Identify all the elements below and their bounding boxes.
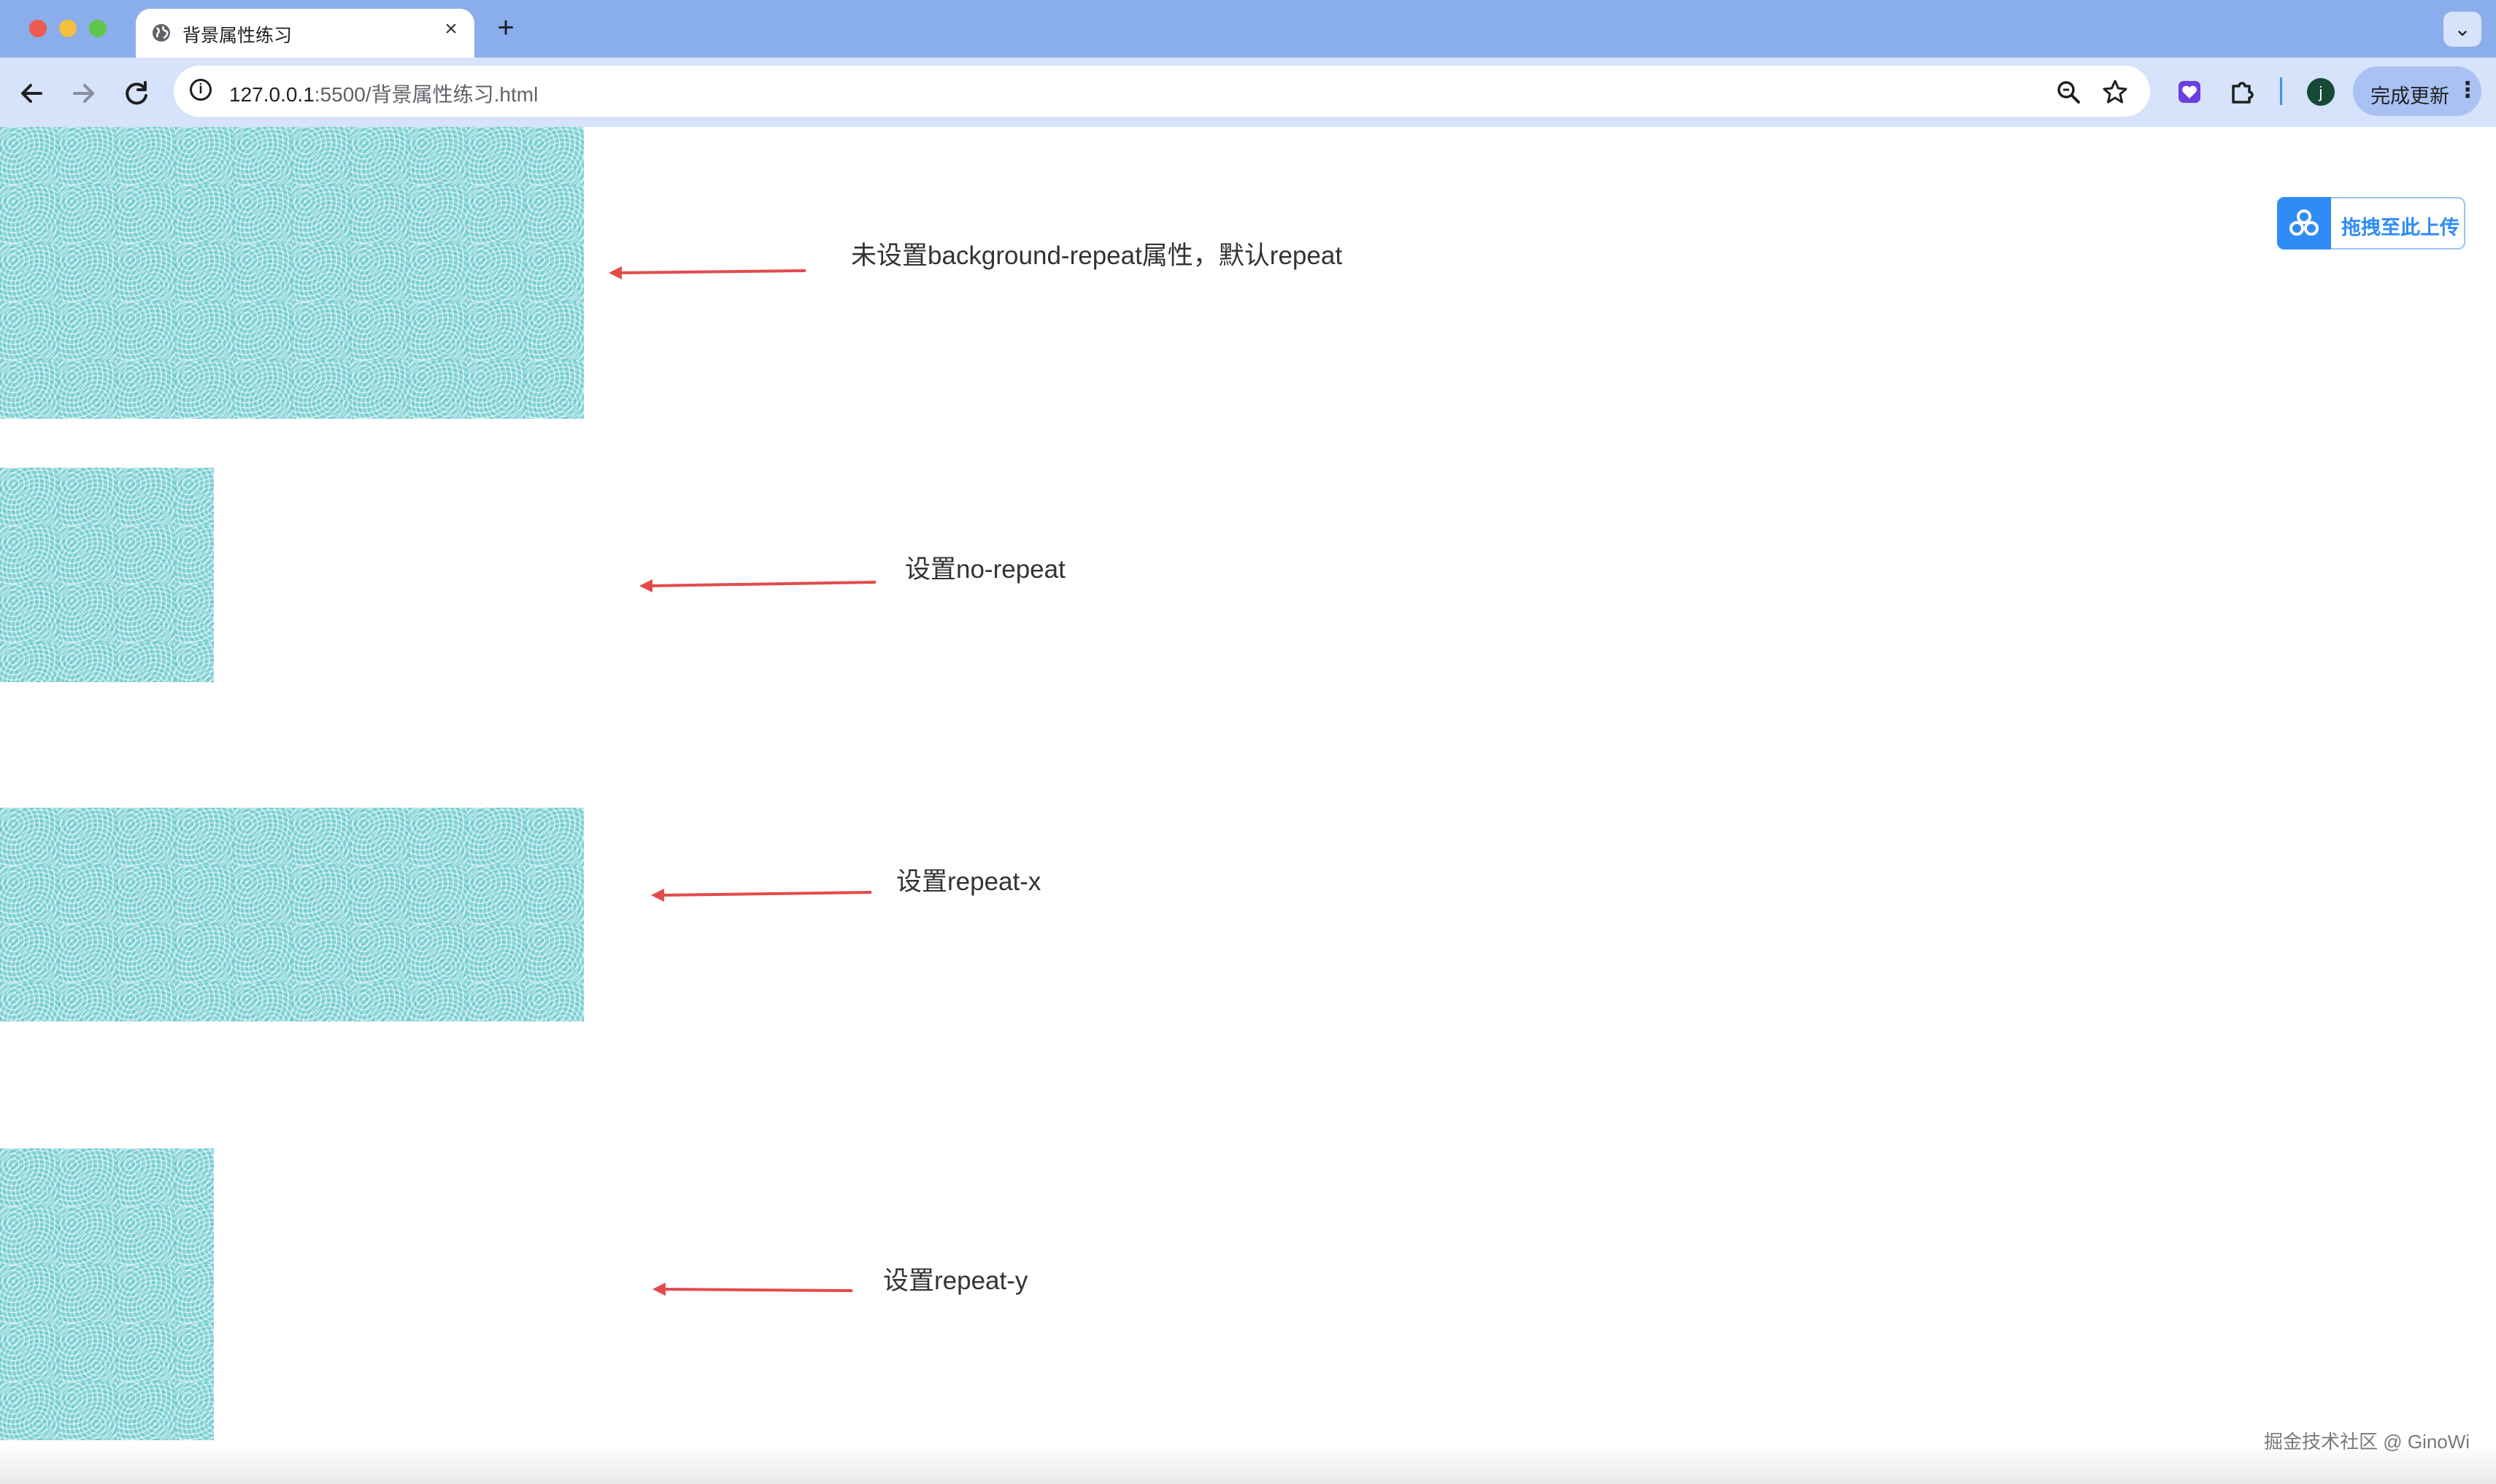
baidu-upload-widget[interactable]: 拖拽至此上传	[2277, 197, 2465, 250]
arrow-no-repeat	[639, 579, 877, 592]
arrow-repeat-y	[652, 1283, 853, 1296]
baidu-upload-label: 拖拽至此上传	[2341, 217, 2460, 239]
watermark: 掘金技术社区 @ GinoWi	[2264, 1431, 2470, 1453]
annotation-repeat-x: 设置repeat-x	[896, 867, 1041, 896]
annotation-repeat-y: 设置repeat-y	[883, 1267, 1028, 1295]
arrow-repeat-x	[651, 889, 872, 902]
window-bottom-edge	[0, 1445, 2496, 1484]
arrow-repeat	[609, 266, 806, 279]
annotation-arrows	[609, 266, 877, 1296]
baidu-cloud-icon	[2277, 197, 2331, 250]
annotation-repeat: 未设置background-repeat属性，默认repeat	[851, 241, 1343, 270]
annotation-no-repeat: 设置no-repeat	[905, 555, 1066, 584]
